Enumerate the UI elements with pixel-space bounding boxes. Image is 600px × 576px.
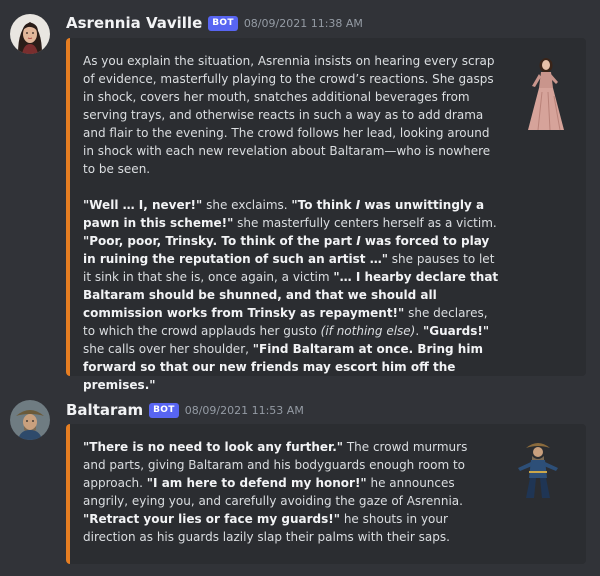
text-run: (if nothing else) [320,324,416,338]
text-run: "Retract your lies or face my guards!" [83,512,340,526]
embed: "There is no need to look any further." … [66,424,586,564]
text-run: "Well … I, never!" [83,198,203,212]
text-run: "I am here to defend my honor!" [146,476,367,490]
message-header: Baltaram BOT 08/09/2021 11:53 AM [66,401,304,419]
text-run: "Guards!" [423,324,490,338]
username[interactable]: Asrennia Vaville [66,14,202,32]
text-run: . [415,324,423,338]
text-run: she masterfully centers herself as a vic… [233,216,497,230]
text-run: "There is no need to look any further." [83,440,344,454]
embed-thumbnail[interactable] [510,438,566,502]
embed-description: As you explain the situation, Asrennia i… [83,52,501,394]
embed-paragraph: "There is no need to look any further." … [83,438,469,546]
avatar[interactable] [10,400,50,440]
embed: As you explain the situation, Asrennia i… [66,38,586,392]
username[interactable]: Baltaram [66,401,143,419]
avatar[interactable] [10,14,50,54]
message-header: Asrennia Vaville BOT 08/09/2021 11:38 AM [66,14,363,32]
text-run: "Poor, poor, Trinsky. To think of the pa… [83,234,357,248]
embed-description: "There is no need to look any further." … [83,438,469,546]
bot-badge: BOT [149,402,179,418]
timestamp: 08/09/2021 11:53 AM [184,403,304,417]
embed-paragraph: As you explain the situation, Asrennia i… [83,52,501,178]
text-run: she calls over her shoulder, [83,342,253,356]
timestamp: 08/09/2021 11:38 AM [243,16,363,30]
embed-thumbnail[interactable] [518,52,574,132]
text-run: As you explain the situation, Asrennia i… [83,54,495,176]
text-run: she exclaims. [202,198,292,212]
embed-paragraph: "Well … I, never!" she exclaims. "To thi… [83,196,501,394]
text-run: "To think [291,198,356,212]
bot-badge: BOT [208,15,238,31]
